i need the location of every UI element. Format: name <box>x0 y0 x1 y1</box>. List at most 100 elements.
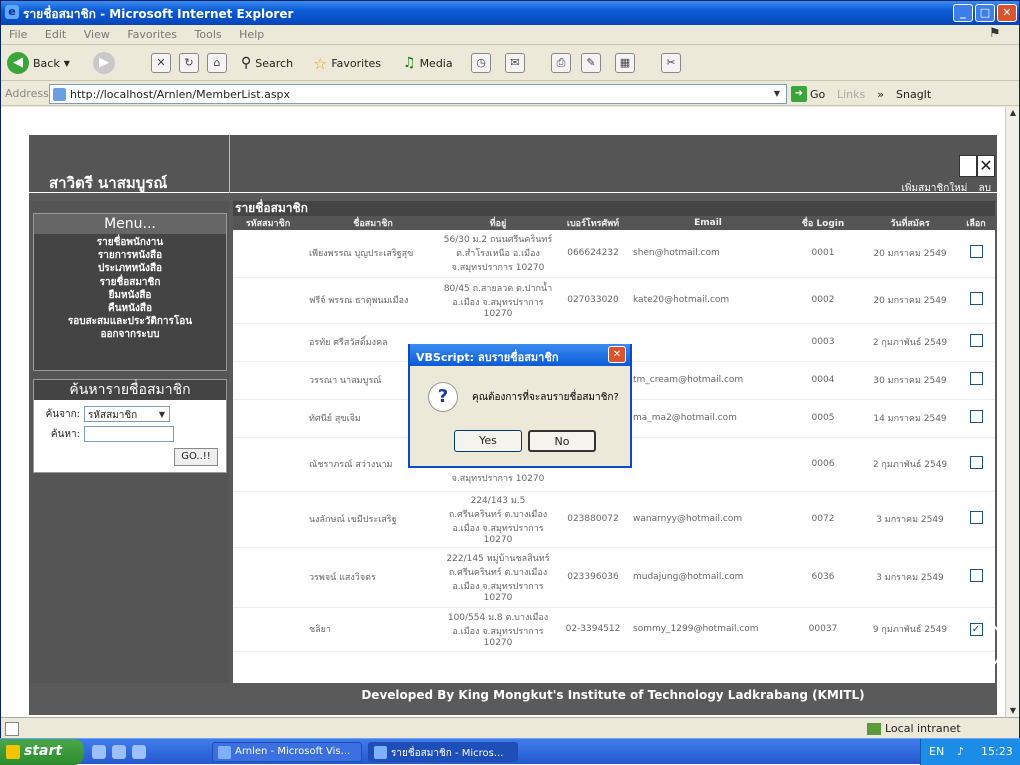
menu-file[interactable]: File <box>9 28 27 41</box>
media-button[interactable]: ♫ Media <box>403 51 453 75</box>
media-label: Media <box>419 56 453 70</box>
close-button[interactable]: ✕ <box>997 4 1017 22</box>
select-checkbox[interactable] <box>969 372 983 385</box>
member-email: shen@hotmail.com <box>633 230 783 278</box>
select-checkbox[interactable] <box>969 292 983 305</box>
member-address: 80/45 ถ.สายลวด ต.ปากน้ำ อ.เมือง จ.สมุทรป… <box>443 277 553 324</box>
window-title: รายชื่อสมาชิก - Microsoft Internet Explo… <box>23 7 294 21</box>
select-checkbox[interactable] <box>969 410 983 423</box>
edit-button[interactable]: ✎ <box>581 51 601 75</box>
taskbar-button-visual-studio[interactable]: Arnlen - Microsoft Vis... <box>212 742 362 762</box>
chevron-right-icon[interactable]: » <box>877 88 884 101</box>
quick-launch-app-icon[interactable] <box>112 745 126 759</box>
windows-flag-icon <box>6 745 20 759</box>
add-member-link[interactable]: เพิ่มสมาชิกใหม่ <box>902 183 968 194</box>
col-login: ชื่อ Login <box>783 216 863 230</box>
go-button[interactable]: ➜ Go <box>791 86 825 102</box>
menu-favorites[interactable]: Favorites <box>127 28 177 41</box>
stop-button[interactable]: ✕ <box>151 51 171 75</box>
dialog-close-button[interactable]: ✕ <box>608 346 626 363</box>
refresh-icon: ↻ <box>179 53 199 73</box>
discuss-button[interactable]: ▦ <box>615 51 635 75</box>
home-button[interactable]: ⌂ <box>207 51 227 75</box>
select-checkbox[interactable] <box>969 511 983 524</box>
search-query-input[interactable] <box>84 426 174 442</box>
member-date: 2 กุมภาพันธ์ 2549 <box>863 437 957 492</box>
menu-tools[interactable]: Tools <box>195 28 222 41</box>
member-email: tm_cream@hotmail.com <box>633 361 783 400</box>
refresh-button[interactable]: ↻ <box>179 51 199 75</box>
member-login: 0072 <box>783 491 863 548</box>
search-field-select[interactable]: รหัสสมาชิก ▼ <box>84 406 170 422</box>
member-name: เพียงพรรณ บุญประเสริฐสุข <box>303 230 443 278</box>
back-arrow-icon: ◀ <box>7 52 29 74</box>
side-menu: Menu... รายชื่อพนักงาน รายการหนังสือ ประ… <box>33 213 227 371</box>
vertical-scrollbar[interactable]: ▲ ▼ <box>1005 107 1019 717</box>
forward-button[interactable]: ▶ <box>93 51 115 75</box>
maximize-button[interactable]: □ <box>975 4 995 22</box>
col-member-name: ชื่อสมาชิก <box>303 216 443 230</box>
member-phone: 066624232 <box>553 230 633 278</box>
menu-item-book-types[interactable]: ประเภทหนังสือ <box>34 262 226 275</box>
mail-button[interactable]: ✉ <box>505 51 525 75</box>
task-label: รายชื่อสมาชิก - Micros... <box>391 748 504 759</box>
security-zone: Local intranet <box>867 722 961 735</box>
menu-item-employees[interactable]: รายชื่อพนักงาน <box>34 236 226 249</box>
taskbar-button-ie[interactable]: รายชื่อสมาชิก - Micros... <box>368 742 518 762</box>
quick-launch-explorer-icon[interactable] <box>132 745 146 759</box>
select-checkbox[interactable] <box>969 334 983 347</box>
print-icon: ⎙ <box>551 53 571 73</box>
member-email: mudajung@hotmail.com <box>633 547 783 608</box>
new-page-icon[interactable] <box>959 155 977 177</box>
col-join-date: วันที่สมัคร <box>863 216 957 230</box>
member-date: 2 กุมภาพันธ์ 2549 <box>863 323 957 362</box>
yes-button[interactable]: Yes <box>454 430 522 452</box>
select-checkbox[interactable] <box>969 245 983 259</box>
title-bar: e รายชื่อสมาชิก - Microsoft Internet Exp… <box>1 1 1019 25</box>
search-from-label: ค้นจาก: <box>45 408 80 420</box>
menu-item-books[interactable]: รายการหนังสือ <box>34 249 226 262</box>
select-checkbox[interactable] <box>969 456 983 469</box>
member-search-panel: ค้นหารายชื่อสมาชิก ค้นจาก: รหัสสมาชิก ▼ … <box>33 379 227 473</box>
scroll-up-icon[interactable]: ▲ <box>1007 107 1019 119</box>
menu-item-points-history[interactable]: รอบสะสมและประวัติการโอน <box>34 315 226 328</box>
member-name: วรพจน์ แสงวิจตร <box>303 547 443 608</box>
task-label: Arnlen - Microsoft Vis... <box>235 746 351 757</box>
no-button[interactable]: No <box>528 430 596 452</box>
minimize-button[interactable]: _ <box>953 4 973 22</box>
search-go-button[interactable]: GO..!! <box>174 448 218 466</box>
col-address: ที่อยู่ <box>443 216 553 230</box>
snagit-button[interactable]: SnagIt <box>896 88 931 101</box>
col-member-id: รหัสสมาชิก <box>233 216 303 230</box>
back-button[interactable]: ◀ Back ▼ <box>7 51 70 75</box>
history-button[interactable]: ◷ <box>471 51 491 75</box>
delete-link[interactable]: ลบ <box>979 183 991 194</box>
print-button[interactable]: ⎙ <box>551 51 571 75</box>
sound-icon[interactable]: ♪ <box>957 745 964 758</box>
quick-launch <box>92 745 146 759</box>
member-date: 14 มกราคม 2549 <box>863 399 957 438</box>
start-button[interactable]: start <box>0 739 84 765</box>
quick-launch-ie-icon[interactable] <box>92 745 106 759</box>
delete-x-icon[interactable]: ✕ <box>977 155 995 177</box>
menu-title: Menu... <box>34 214 226 234</box>
menu-view[interactable]: View <box>84 28 110 41</box>
menu-item-return[interactable]: คืนหนังสือ <box>34 302 226 315</box>
search-button[interactable]: ⚲ Search <box>241 51 293 75</box>
menu-edit[interactable]: Edit <box>45 28 66 41</box>
member-address: 100/554 ม.8 ต.บางเมือง อ.เมือง จ.สมุทรปร… <box>443 607 553 652</box>
system-tray: EN ♪ 15:23 <box>920 739 1020 765</box>
menu-item-logout[interactable]: ออกจากระบบ <box>34 328 226 341</box>
menu-item-borrow[interactable]: ยืมหนังสือ <box>34 289 226 302</box>
highlight-circle <box>947 617 1003 673</box>
menu-help[interactable]: Help <box>239 28 264 41</box>
language-indicator[interactable]: EN <box>929 745 944 758</box>
select-checkbox[interactable] <box>969 569 983 582</box>
research-button[interactable]: ✂ <box>661 51 681 75</box>
favorites-button[interactable]: ☆ Favorites <box>313 51 381 75</box>
address-dropdown-icon[interactable]: ▼ <box>770 87 784 101</box>
menu-item-members[interactable]: รายชื่อสมาชิก <box>34 276 226 289</box>
links-button[interactable]: Links <box>837 88 865 101</box>
scroll-down-icon[interactable]: ▼ <box>1007 705 1019 717</box>
address-input[interactable]: http://localhost/Arnlen/MemberList.aspx … <box>49 84 787 104</box>
